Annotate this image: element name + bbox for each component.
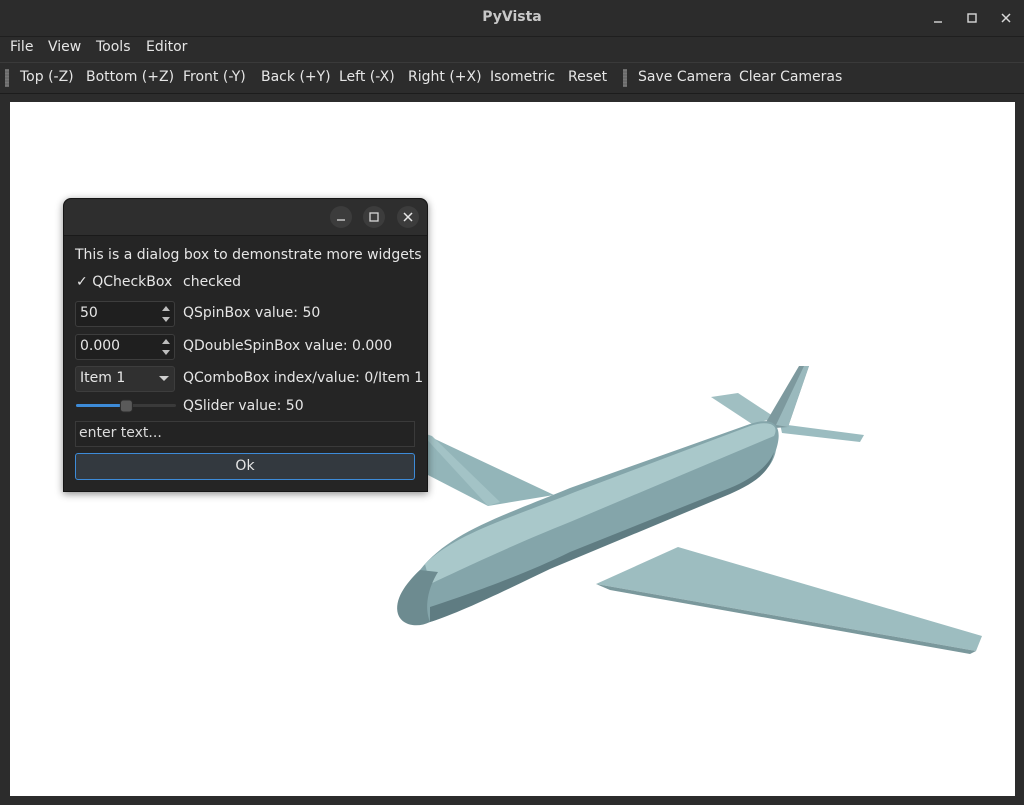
menu-bar: File View Tools Editor — [0, 37, 1024, 61]
dialog-maximize-button[interactable] — [363, 206, 385, 228]
ok-button-label: Ok — [235, 458, 255, 474]
menu-editor[interactable]: Editor — [146, 39, 187, 55]
right-stabilizer — [780, 424, 864, 442]
widgets-dialog: This is a dialog box to demonstrate more… — [63, 198, 428, 492]
spinbox-arrows-icon[interactable] — [160, 336, 172, 358]
left-stabilizer — [711, 393, 776, 424]
double-spinbox-status: QDoubleSpinBox value: 0.000 — [183, 338, 393, 354]
spinbox-arrows-icon[interactable] — [160, 303, 172, 325]
slider-handle[interactable] — [119, 399, 133, 413]
checkbox-status: checked — [183, 274, 241, 290]
chevron-down-icon — [159, 376, 169, 381]
checkbox-label: QCheckBox — [92, 274, 173, 290]
view-isometric-button[interactable]: Isometric — [490, 69, 555, 85]
maximize-button[interactable] — [962, 8, 982, 28]
text-input[interactable]: enter text... — [75, 421, 415, 447]
main-window: PyVista File View Tools Editor Top (-Z) … — [0, 0, 1024, 805]
menu-file[interactable]: File — [10, 39, 33, 55]
close-button[interactable] — [996, 8, 1016, 28]
dialog-title-bar[interactable] — [64, 199, 427, 236]
toolbar: Top (-Z) Bottom (+Z) Front (-Y) Back (+Y… — [0, 62, 1024, 94]
maximize-icon — [369, 212, 379, 222]
qcheckbox[interactable]: ✓ QCheckBox — [76, 274, 172, 290]
fuselage-top-highlight — [425, 423, 776, 584]
slider-track — [76, 399, 176, 413]
dialog-close-button[interactable] — [397, 206, 419, 228]
right-wing — [596, 547, 982, 651]
qspinbox[interactable]: 50 — [75, 301, 175, 327]
spinbox-status: QSpinBox value: 50 — [183, 305, 321, 321]
slider-fill — [76, 404, 127, 407]
double-spinbox-value: 0.000 — [80, 338, 121, 354]
save-camera-button[interactable]: Save Camera — [638, 69, 732, 85]
slider-status: QSlider value: 50 — [183, 398, 304, 414]
title-bar: PyVista — [0, 0, 1024, 37]
view-left-button[interactable]: Left (-X) — [339, 69, 395, 85]
minimize-button[interactable] — [928, 8, 948, 28]
combobox-value: Item 1 — [80, 370, 126, 386]
close-icon — [1001, 13, 1011, 23]
menu-view[interactable]: View — [48, 39, 81, 55]
qslider[interactable] — [76, 398, 176, 414]
view-right-button[interactable]: Right (+X) — [408, 69, 482, 85]
toolbar-grip[interactable] — [623, 69, 627, 87]
combobox-status: QComboBox index/value: 0/Item 1 — [183, 370, 424, 386]
minimize-icon — [934, 21, 942, 23]
close-icon — [403, 212, 413, 222]
qdoublespinbox[interactable]: 0.000 — [75, 334, 175, 360]
maximize-icon — [967, 13, 977, 23]
reset-camera-button[interactable]: Reset — [568, 69, 607, 85]
view-back-button[interactable]: Back (+Y) — [261, 69, 331, 85]
window-title: PyVista — [482, 9, 542, 25]
view-front-button[interactable]: Front (-Y) — [183, 69, 246, 85]
ok-button[interactable]: Ok — [75, 453, 415, 480]
checkmark-icon: ✓ — [76, 274, 88, 290]
view-top-button[interactable]: Top (-Z) — [20, 69, 74, 85]
vertical-fin-light — [776, 366, 809, 427]
qcombobox[interactable]: Item 1 — [75, 366, 175, 392]
spinbox-value: 50 — [80, 305, 98, 321]
text-input-value: enter text... — [79, 425, 162, 441]
dialog-minimize-button[interactable] — [330, 206, 352, 228]
menu-tools[interactable]: Tools — [96, 39, 131, 55]
dialog-description: This is a dialog box to demonstrate more… — [75, 247, 422, 263]
minimize-icon — [337, 219, 345, 221]
toolbar-grip[interactable] — [5, 69, 9, 87]
view-bottom-button[interactable]: Bottom (+Z) — [86, 69, 174, 85]
clear-cameras-button[interactable]: Clear Cameras — [739, 69, 842, 85]
